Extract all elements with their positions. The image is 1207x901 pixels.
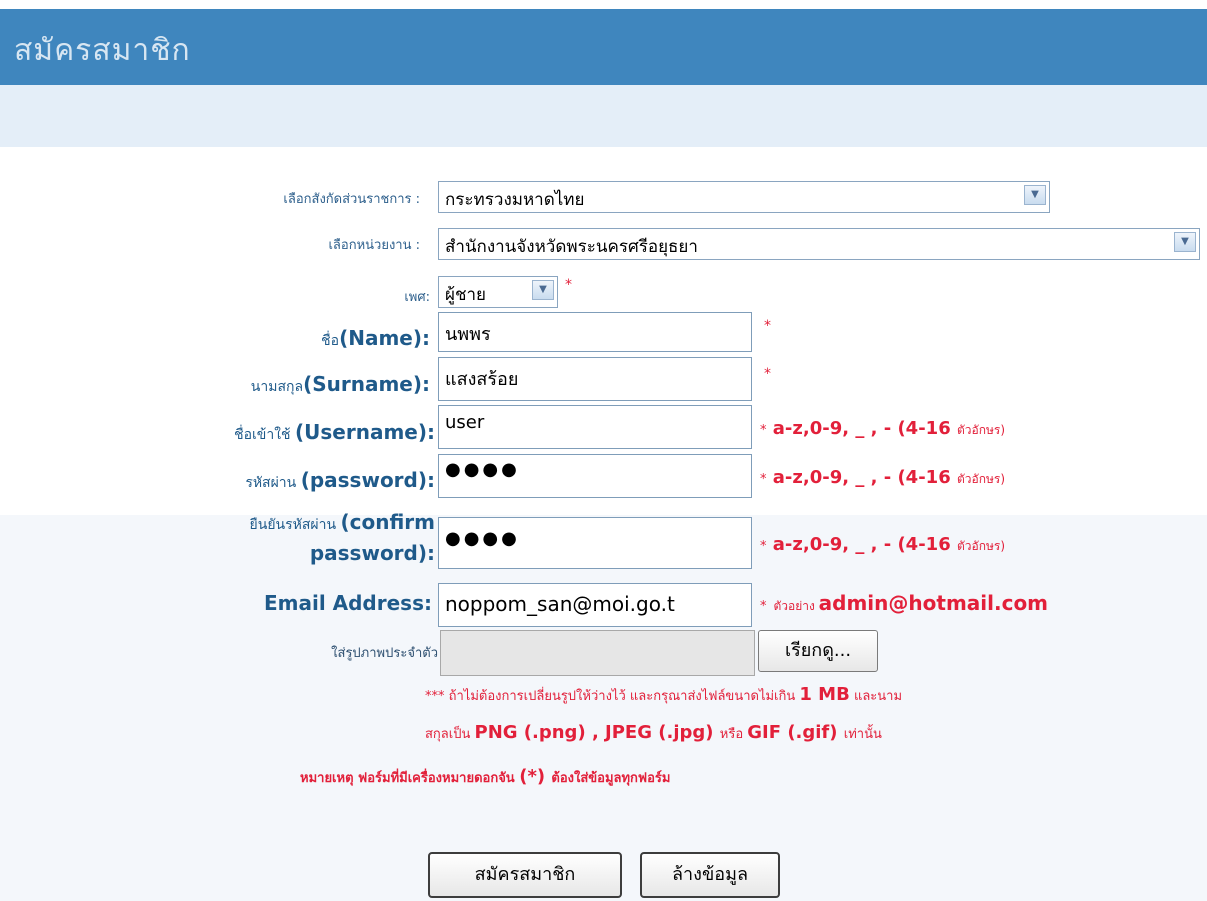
required-star: * — [760, 472, 767, 487]
photo-label: ใส่รูปภาพประจำตัว — [331, 646, 438, 661]
email-label: Email Address: — [263, 591, 432, 615]
photo-path-field[interactable] — [440, 630, 755, 676]
agency-select[interactable]: กระทรวงมหาดไทย ▼ — [438, 181, 1050, 213]
unit-label: เลือกหน่วยงาน : — [328, 238, 420, 253]
form-area-lower — [0, 515, 1207, 901]
chevron-down-icon[interactable]: ▼ — [1024, 185, 1046, 205]
username-hint: * a-z,0-9, _ , - (4-16 ตัวอักษร) — [760, 418, 1006, 439]
password-label: รหัสผ่าน (password): — [245, 468, 435, 492]
password-hint: * a-z,0-9, _ , - (4-16 ตัวอักษร) — [760, 467, 1006, 488]
name-input[interactable]: นพพร — [438, 312, 752, 352]
surname-input[interactable]: แสงสร้อย — [438, 357, 752, 401]
agency-select-value: กระทรวงมหาดไทย — [445, 190, 585, 210]
reset-button[interactable]: ล้างข้อมูล — [640, 852, 780, 898]
email-hint: * ตัวอย่าง admin@hotmail.com — [760, 591, 1049, 615]
register-button[interactable]: สมัครสมาชิก — [428, 852, 622, 898]
name-label: ชื่อ(Name): — [321, 326, 430, 350]
agency-label: เลือกสังกัดส่วนราชการ : — [283, 192, 420, 207]
page-header: สมัครสมาชิก — [0, 9, 1207, 85]
username-label: ชื่อเข้าใช้ (Username): — [234, 420, 435, 444]
confirm-password-hint: * a-z,0-9, _ , - (4-16 ตัวอักษร) — [760, 534, 1006, 555]
gender-label: เพศ: — [404, 290, 430, 305]
required-remark: หมายเหตุ ฟอร์มที่มีเครื่องหมายดอกจัน (*)… — [300, 766, 671, 787]
gender-select-value: ผู้ชาย — [445, 285, 487, 305]
required-star: * — [760, 539, 767, 554]
email-input[interactable]: noppom_san@moi.go.t — [438, 583, 752, 627]
chevron-down-icon[interactable]: ▼ — [1174, 232, 1196, 252]
photo-note-line2: สกุลเป็น PNG (.png) , JPEG (.jpg) หรือ G… — [425, 722, 882, 743]
browse-button[interactable]: เรียกดู... — [758, 630, 878, 672]
gender-select[interactable]: ผู้ชาย ▼ — [438, 276, 558, 308]
surname-label: นามสกุล(Surname): — [250, 372, 430, 396]
unit-select[interactable]: สำนักงานจังหวัดพระนครศรีอยุธยา ▼ — [438, 228, 1200, 260]
page-title: สมัครสมาชิก — [14, 33, 191, 68]
required-star: * — [760, 599, 767, 614]
unit-select-value: สำนักงานจังหวัดพระนครศรีอยุธยา — [445, 237, 698, 257]
username-input[interactable]: user — [438, 405, 752, 449]
chevron-down-icon[interactable]: ▼ — [532, 280, 554, 300]
photo-note-line1: *** ถ้าไม่ต้องการเปลี่ยนรูปให้ว่างไว้ แล… — [425, 684, 903, 705]
subheader-bar — [0, 85, 1207, 147]
confirm-password-label: ยืนยันรหัสผ่าน (confirm password): — [249, 510, 435, 565]
required-star: * — [760, 423, 767, 438]
password-input[interactable]: ●●●● — [438, 454, 752, 498]
required-star: * — [764, 318, 771, 334]
required-star: * — [764, 366, 771, 382]
required-star: * — [565, 277, 572, 293]
confirm-password-input[interactable]: ●●●● — [438, 517, 752, 569]
